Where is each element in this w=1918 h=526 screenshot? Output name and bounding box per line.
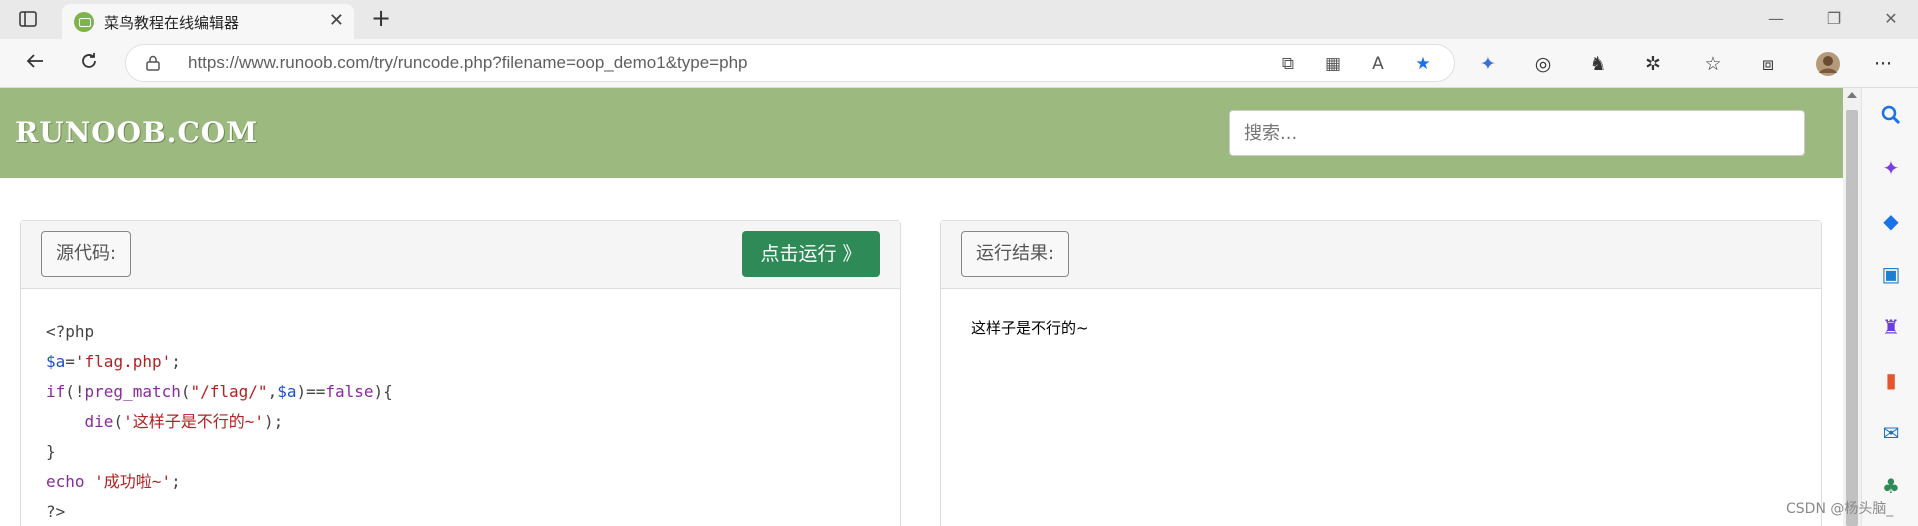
result-panel-header: 运行结果: (941, 221, 1821, 289)
refresh-icon[interactable] (76, 51, 102, 77)
page-scrollbar[interactable] (1843, 88, 1861, 526)
copilot-sparkle-icon[interactable]: ✦ (1879, 156, 1903, 180)
tab-title: 菜鸟教程在线编辑器 (104, 14, 240, 32)
address-toolbar: https://www.runoob.com/try/runcode.php?f… (0, 39, 1918, 88)
extension-person-icon[interactable]: ♞ (1585, 51, 1611, 77)
result-panel: 运行结果: 这样子是不行的~ (940, 220, 1822, 526)
new-tab-button[interactable]: + (368, 6, 394, 32)
tree-icon[interactable]: ♣ (1879, 474, 1903, 498)
code-line: $a='flag.php'; (46, 352, 181, 371)
code-line: <?php (46, 322, 95, 341)
tab-close-icon[interactable]: ✕ (329, 10, 344, 32)
favorite-star-icon[interactable]: ★ (1411, 52, 1435, 76)
search-input[interactable] (1229, 110, 1805, 156)
close-window-button[interactable]: ✕ (1880, 8, 1902, 30)
tab-strip: 菜鸟教程在线编辑器 ✕ + — ❐ ✕ (0, 0, 1918, 39)
extension-bird-icon[interactable]: ✦ (1475, 51, 1501, 77)
runoob-favicon-icon (74, 12, 94, 32)
settings-more-button[interactable]: ··· (1870, 51, 1896, 77)
watermark: CSDN @杨头脑_ (1786, 501, 1894, 517)
code-line: if(!preg_match("/flag/",$a)==false){ (46, 382, 393, 401)
outlook-icon[interactable]: ✉ (1879, 421, 1903, 445)
url-text[interactable]: https://www.runoob.com/try/runcode.php?f… (188, 53, 747, 73)
back-arrow-icon[interactable] (22, 51, 48, 77)
tab-actions-icon[interactable] (18, 9, 38, 29)
result-output: 这样子是不行的~ (971, 319, 1089, 337)
url-bar[interactable]: https://www.runoob.com/try/runcode.php?f… (125, 44, 1455, 82)
code-line: ?> (46, 502, 66, 521)
games-icon[interactable]: ♜ (1879, 315, 1903, 339)
site-logo[interactable]: RUNOOB.COM (15, 116, 258, 149)
browser-tab-active[interactable]: 菜鸟教程在线编辑器 ✕ (62, 4, 354, 39)
url-domain: https://www.runoob.com (188, 53, 370, 72)
office-icon[interactable]: ▮ (1879, 368, 1903, 392)
scroll-up-arrow-icon[interactable] (1847, 92, 1857, 98)
url-path: /try/runcode.php?filename=oop_demo1&type… (369, 53, 748, 72)
collections-icon[interactable]: ⧈ (1755, 51, 1781, 77)
scrollbar-thumb[interactable] (1846, 110, 1858, 526)
extension-disabled-icon[interactable]: ◎ (1530, 51, 1556, 77)
site-header: RUNOOB.COM (0, 88, 1843, 178)
run-button[interactable]: 点击运行 》 (742, 231, 880, 277)
extensions-puzzle-icon[interactable]: ✲ (1640, 51, 1666, 77)
tools-briefcase-icon[interactable]: ▣ (1879, 262, 1903, 286)
lock-icon[interactable] (146, 55, 160, 71)
edge-sidebar: ✦ ◆ ▣ ♜ ▮ ✉ ♣ (1861, 88, 1918, 526)
restore-button[interactable]: ❐ (1823, 8, 1845, 30)
device-icon[interactable]: ⧉ (1276, 52, 1300, 76)
search-icon[interactable] (1879, 104, 1903, 128)
profile-avatar[interactable] (1815, 51, 1841, 77)
favorites-icon[interactable]: ☆ (1700, 51, 1726, 77)
read-aloud-icon[interactable]: A (1366, 52, 1390, 76)
result-label: 运行结果: (961, 231, 1070, 277)
apps-grid-icon[interactable]: ▦ (1321, 52, 1345, 76)
source-panel: 源代码: 点击运行 》 <?php $a='flag.php'; if(!pre… (20, 220, 901, 526)
source-code-label: 源代码: (41, 231, 132, 277)
code-editor[interactable]: <?php $a='flag.php'; if(!preg_match("/fl… (46, 317, 393, 526)
web-page: RUNOOB.COM 源代码: 点击运行 》 <?php $a='flag.ph… (0, 88, 1843, 526)
minimize-button[interactable]: — (1765, 8, 1787, 30)
code-line: echo '成功啦~'; (46, 472, 181, 491)
shopping-tag-icon[interactable]: ◆ (1879, 209, 1903, 233)
code-line: die('这样子是不行的~'); (84, 412, 284, 431)
source-panel-header: 源代码: 点击运行 》 (21, 221, 900, 289)
code-line: } (46, 442, 56, 461)
